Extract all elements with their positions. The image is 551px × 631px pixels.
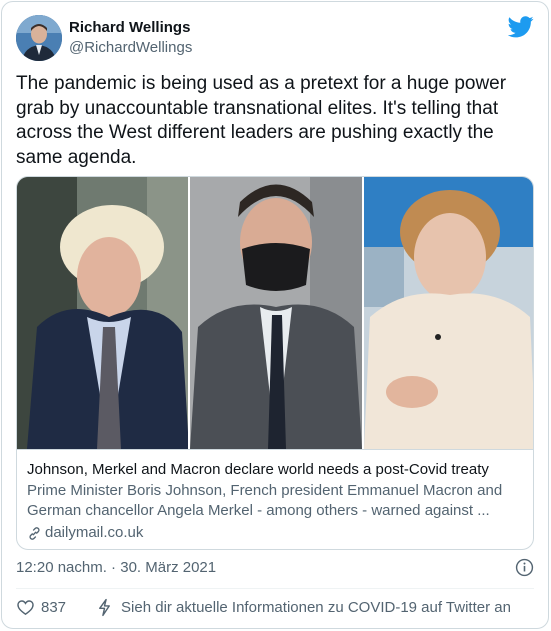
divider: [16, 588, 534, 589]
card-image[interactable]: [17, 177, 533, 449]
card-body[interactable]: Johnson, Merkel and Macron declare world…: [17, 449, 533, 549]
photo-merkel: [363, 177, 533, 449]
covid-info-link[interactable]: Sieh dir aktuelle Informationen zu COVID…: [96, 598, 511, 617]
card-domain-text: dailymail.co.uk: [45, 524, 144, 541]
info-icon[interactable]: [515, 558, 534, 577]
tweet-card: Richard Wellings @RichardWellings The pa…: [1, 1, 549, 629]
timestamp[interactable]: 12:20 nachm. · 30. März 2021: [16, 559, 216, 576]
lightning-icon: [99, 598, 110, 617]
link-icon: [29, 526, 40, 540]
twitter-bird-icon[interactable]: [508, 16, 534, 38]
action-bar: 837 Sieh dir aktuelle Informationen zu C…: [16, 598, 511, 617]
card-title[interactable]: Johnson, Merkel and Macron declare world…: [27, 460, 525, 480]
heart-icon: [17, 600, 34, 616]
link-card[interactable]: Johnson, Merkel and Macron declare world…: [16, 176, 534, 550]
tweet-text: The pandemic is being used as a pretext …: [16, 73, 507, 168]
like-count: 837: [41, 599, 67, 616]
covid-info-text: Sieh dir aktuelle Informationen zu COVID…: [121, 599, 511, 616]
card-domain[interactable]: dailymail.co.uk: [27, 523, 525, 543]
author-name[interactable]: Richard Wellings: [69, 19, 190, 36]
author-handle[interactable]: @RichardWellings: [69, 39, 192, 56]
photo-macron: [190, 177, 362, 449]
card-description: Prime Minister Boris Johnson, French pre…: [27, 482, 503, 519]
like-button[interactable]: 837: [16, 598, 66, 617]
avatar[interactable]: [16, 15, 62, 61]
photo-johnson: [17, 177, 189, 449]
